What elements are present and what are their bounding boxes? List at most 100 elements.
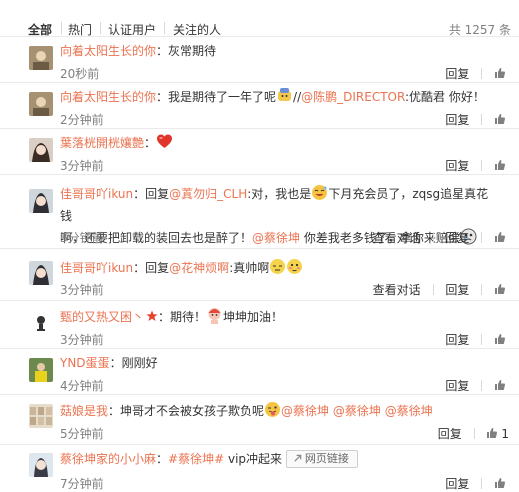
- comment-time: 4分钟前: [60, 379, 104, 393]
- mention-link[interactable]: @蒖勿归_CLH: [169, 187, 247, 201]
- avatar[interactable]: [29, 46, 53, 70]
- comment-content: YND蛋蛋：刚刚好: [60, 352, 507, 374]
- reply-button[interactable]: 回复: [445, 113, 469, 127]
- comment-actions: 回复: [445, 377, 509, 394]
- comment-username[interactable]: 葉落桄開桄孃艶: [60, 136, 144, 150]
- comment-username[interactable]: YND蛋蛋: [60, 356, 110, 370]
- comment-filter-tabs: 全部 热门 认证用户 关注的人 共 1257 条: [0, 0, 519, 40]
- like-button[interactable]: [494, 231, 509, 245]
- reply-button[interactable]: 回复: [438, 427, 462, 441]
- avatar[interactable]: [29, 92, 53, 116]
- action-divider: [432, 232, 434, 243]
- comment-text: :真帅啊: [229, 261, 270, 275]
- comment-time: 7分钟前: [60, 477, 104, 491]
- avatar[interactable]: [29, 404, 53, 428]
- thumb-up-icon: [487, 428, 498, 438]
- separator: ：: [133, 187, 146, 201]
- reply-button[interactable]: 回复: [445, 283, 469, 297]
- avatar[interactable]: [29, 138, 53, 162]
- comment-actions: 回复: [445, 157, 509, 174]
- reply-button[interactable]: 回复: [445, 231, 469, 245]
- separator: ：: [158, 310, 171, 324]
- emoticon-icon: [278, 88, 292, 101]
- avatar[interactable]: [29, 358, 53, 382]
- comment-time: 2分钟前: [60, 113, 104, 127]
- comment-content: 向着太阳生长的你：灰常期待: [60, 40, 507, 62]
- comment-time: 3分钟前: [60, 283, 104, 297]
- action-divider: [481, 478, 483, 489]
- topic-link[interactable]: #蔡徐坤#: [168, 452, 224, 466]
- comment-item: YND蛋蛋：刚刚好 4分钟前 回复: [0, 348, 519, 394]
- avatar[interactable]: [29, 310, 53, 334]
- comment-text: 灰常期待: [168, 44, 217, 58]
- like-button[interactable]: [494, 113, 509, 127]
- comment-content: 向着太阳生长的你：我是期待了一年了呢 //@陈鹏_DIRECTOR:优酷君 你好！: [60, 86, 507, 108]
- thumb-up-icon: [495, 284, 506, 294]
- comment-username[interactable]: 菇娘是我: [60, 404, 108, 418]
- mention-link[interactable]: @花神烦啊: [169, 261, 229, 275]
- comment-username[interactable]: 向着太阳生长的你: [60, 44, 156, 58]
- comment-content: 甄的又热又困丶 ：期待！ 坤坤加油！: [60, 306, 507, 328]
- heart-icon: [157, 134, 173, 148]
- web-link-button[interactable]: 网页链接: [285, 450, 358, 468]
- action-divider: [473, 428, 475, 439]
- mention-link[interactable]: @陈鹏_DIRECTOR: [301, 90, 405, 104]
- comment-text: 回复: [145, 187, 170, 201]
- like-button[interactable]: [494, 159, 509, 173]
- comment-text: 回复: [145, 261, 170, 275]
- link-icon: [294, 454, 302, 462]
- reply-button[interactable]: 回复: [445, 159, 469, 173]
- mention-link[interactable]: @蔡徐坤: [252, 231, 300, 245]
- like-button[interactable]: [494, 477, 509, 491]
- view-conversation-button[interactable]: 查看对话: [373, 231, 421, 245]
- comment-time: 3分钟前: [60, 333, 104, 347]
- tongue-wink-emoticon-icon: [265, 402, 281, 417]
- comment-item: 向着太阳生长的你：我是期待了一年了呢 //@陈鹏_DIRECTOR:优酷君 你好！…: [0, 82, 519, 128]
- like-button[interactable]: [494, 67, 509, 81]
- comment-username[interactable]: 蔡徐坤家的小小麻: [60, 452, 156, 466]
- avatar[interactable]: [29, 453, 53, 477]
- comment-text: vip冲起来: [224, 452, 283, 466]
- like-button[interactable]: 1: [486, 427, 509, 441]
- avatar[interactable]: [29, 261, 53, 285]
- tab-divider: [100, 22, 101, 34]
- mention-link[interactable]: @蔡徐坤: [385, 404, 433, 418]
- comment-time: 3分钟前: [60, 159, 104, 173]
- laughing-emoticon-icon: [312, 185, 328, 200]
- thumb-up-icon: [495, 160, 506, 170]
- comment-content: 蔡徐坤家的小小麻：#蔡徐坤# vip冲起来 网页链接: [60, 448, 507, 470]
- fighting-emoticon-icon: [208, 308, 221, 324]
- reply-button[interactable]: 回复: [445, 379, 469, 393]
- comment-username[interactable]: 佳哥哥吖ikun: [60, 261, 133, 275]
- separator: ：: [109, 356, 122, 370]
- thumb-up-icon: [495, 232, 506, 242]
- view-conversation-button[interactable]: 查看对话: [373, 283, 421, 297]
- thumb-up-icon: [495, 68, 506, 78]
- comment-text: 刚刚好: [121, 356, 158, 370]
- reply-button[interactable]: 回复: [445, 477, 469, 491]
- comment-text: :对，我也是: [247, 187, 312, 201]
- avatar[interactable]: [29, 189, 53, 213]
- comment-item: 佳哥哥吖ikun：回复@蒖勿归_CLH:对，我也是 下月充会员了，zqsg追星真花…: [0, 174, 519, 248]
- comment-item: 蔡徐坤家的小小麻：#蔡徐坤# vip冲起来 网页链接 7分钟前 回复: [0, 444, 519, 492]
- action-divider: [481, 232, 483, 243]
- comment-text: 坤坤加油！: [223, 310, 284, 324]
- separator: ：: [156, 452, 169, 466]
- comment-username[interactable]: 甄的又热又困丶: [60, 310, 144, 324]
- reply-button[interactable]: 回复: [445, 67, 469, 81]
- comment-item: 葉落桄開桄孃艶： 3分钟前 回复: [0, 128, 519, 174]
- like-button[interactable]: [494, 283, 509, 297]
- comment-actions: 查看对话 回复: [373, 229, 509, 246]
- mention-link[interactable]: @蔡徐坤: [333, 404, 381, 418]
- comment-username[interactable]: 向着太阳生长的你: [60, 90, 156, 104]
- like-button[interactable]: [494, 379, 509, 393]
- mention-link[interactable]: @蔡徐坤: [281, 404, 329, 418]
- comment-actions: 回复: [445, 475, 509, 492]
- comment-actions: 回复 1: [438, 425, 509, 442]
- action-divider: [481, 160, 483, 171]
- tab-divider: [164, 22, 165, 34]
- comment-username[interactable]: 佳哥哥吖ikun: [60, 187, 133, 201]
- reply-button[interactable]: 回复: [445, 333, 469, 347]
- action-divider: [481, 284, 483, 295]
- like-button[interactable]: [494, 333, 509, 347]
